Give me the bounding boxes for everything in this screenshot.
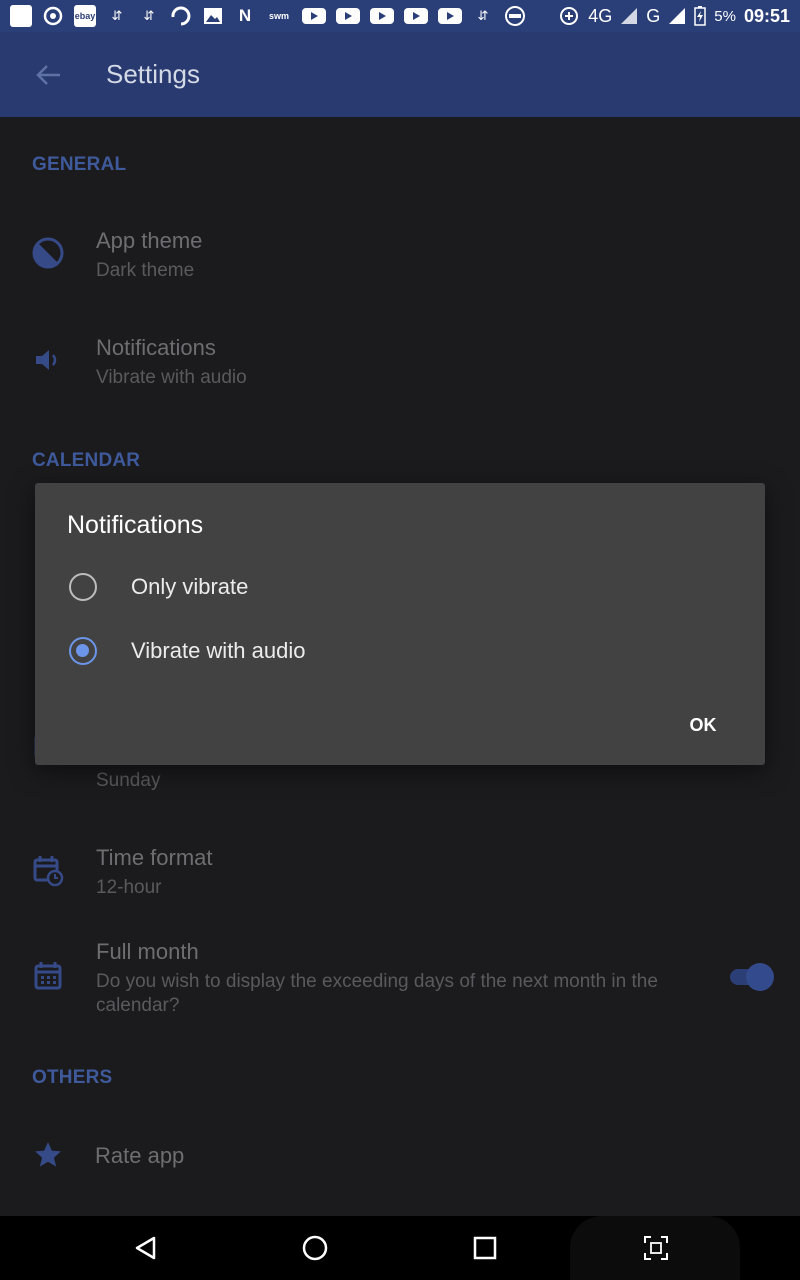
ebay-icon: ebay bbox=[74, 5, 96, 27]
system-status: 4G G 5% 09:51 bbox=[558, 5, 790, 27]
star-icon bbox=[35, 1142, 61, 1167]
data-saver-icon bbox=[558, 5, 580, 27]
usb-icon: ⇵ bbox=[477, 8, 489, 23]
section-header-others: OTHERS bbox=[32, 1067, 113, 1088]
section-header-general: GENERAL bbox=[32, 154, 127, 175]
youtube-icon bbox=[370, 8, 394, 24]
app-bar: Settings bbox=[0, 32, 800, 117]
ebay-label: ebay bbox=[74, 11, 96, 21]
flipboard-icon bbox=[10, 5, 32, 27]
calendar-clock-icon bbox=[33, 856, 64, 887]
setting-title: Full month bbox=[96, 939, 199, 964]
ok-button[interactable]: OK bbox=[671, 703, 735, 747]
youtube-icon bbox=[438, 8, 462, 24]
section-header-calendar: CALENDAR bbox=[32, 450, 141, 471]
setting-title: App theme bbox=[96, 228, 203, 253]
youtube-icon bbox=[336, 8, 360, 24]
usb-icon: ⇵ bbox=[143, 8, 155, 23]
setting-app-theme[interactable]: App theme Dark theme bbox=[0, 217, 800, 317]
swm-icon: swm bbox=[266, 5, 292, 27]
page-title: Settings bbox=[106, 59, 200, 89]
network-g-label: G bbox=[646, 5, 661, 26]
battery-percent: 5% bbox=[714, 7, 736, 25]
setting-notifications[interactable]: Notifications Vibrate with audio bbox=[0, 324, 800, 424]
notification-icons: ebay ⇵ ⇵ N swm ⇵ bbox=[10, 5, 526, 27]
setting-title: Time format bbox=[96, 845, 213, 870]
radio-button[interactable] bbox=[69, 573, 97, 601]
setting-subtitle: Do you wish to display the exceeding day… bbox=[96, 971, 658, 1016]
theme-icon bbox=[32, 237, 64, 269]
dialog-title: Notifications bbox=[67, 511, 204, 539]
chrome-icon bbox=[42, 5, 64, 27]
n-icon: N bbox=[238, 6, 252, 25]
setting-subtitle: Vibrate with audio bbox=[96, 367, 247, 388]
nav-home-button[interactable] bbox=[295, 1228, 335, 1268]
battery-charging-icon bbox=[694, 6, 707, 26]
square-recents-icon bbox=[473, 1236, 497, 1260]
swm-label: swm bbox=[268, 11, 289, 21]
radio-button-selected[interactable] bbox=[69, 637, 97, 665]
youtube-icon bbox=[404, 8, 428, 24]
screenshot-icon bbox=[644, 1236, 668, 1260]
setting-title: Rate app bbox=[95, 1143, 185, 1168]
navigation-bar bbox=[0, 1216, 800, 1280]
signal-icon bbox=[669, 8, 686, 24]
arrow-back-icon bbox=[36, 64, 60, 85]
notifications-dialog: Notifications Only vibrate Vibrate with … bbox=[35, 483, 765, 765]
option-only-vibrate[interactable]: Only vibrate bbox=[35, 559, 765, 615]
volume-icon bbox=[36, 350, 57, 370]
calendar-grid-icon bbox=[34, 962, 62, 990]
youtube-icon bbox=[302, 8, 326, 24]
clock: 09:51 bbox=[743, 5, 790, 26]
full-month-toggle[interactable] bbox=[728, 961, 774, 991]
nav-recents-button[interactable] bbox=[465, 1228, 505, 1268]
image-icon bbox=[202, 5, 224, 27]
usb-icon: ⇵ bbox=[111, 8, 123, 23]
status-bar: ebay ⇵ ⇵ N swm ⇵ 4G G 5% 09:51 bbox=[0, 0, 800, 32]
circle-home-icon bbox=[302, 1235, 328, 1261]
triangle-back-icon bbox=[135, 1236, 156, 1260]
setting-rate-app[interactable]: Rate app bbox=[0, 1117, 800, 1197]
option-label: Only vibrate bbox=[131, 574, 249, 599]
setting-title: Notifications bbox=[96, 335, 216, 360]
option-label: Vibrate with audio bbox=[131, 638, 306, 663]
nav-screenshot-button[interactable] bbox=[636, 1228, 676, 1268]
free-icon bbox=[504, 5, 526, 27]
setting-subtitle: Sunday bbox=[96, 770, 161, 791]
setting-subtitle: 12-hour bbox=[96, 877, 162, 898]
setting-time-format[interactable]: Time format 12-hour bbox=[0, 837, 800, 937]
nav-back-button[interactable] bbox=[126, 1228, 166, 1268]
setting-full-month[interactable]: Full month Do you wish to display the ex… bbox=[0, 937, 800, 1047]
toggle-thumb bbox=[746, 963, 774, 991]
signal-icon bbox=[621, 8, 638, 24]
option-vibrate-with-audio[interactable]: Vibrate with audio bbox=[35, 623, 765, 679]
setting-subtitle: Dark theme bbox=[96, 260, 195, 281]
network-4g-label: 4G bbox=[588, 5, 613, 26]
back-button[interactable] bbox=[24, 50, 74, 100]
swirl-icon bbox=[170, 5, 192, 27]
